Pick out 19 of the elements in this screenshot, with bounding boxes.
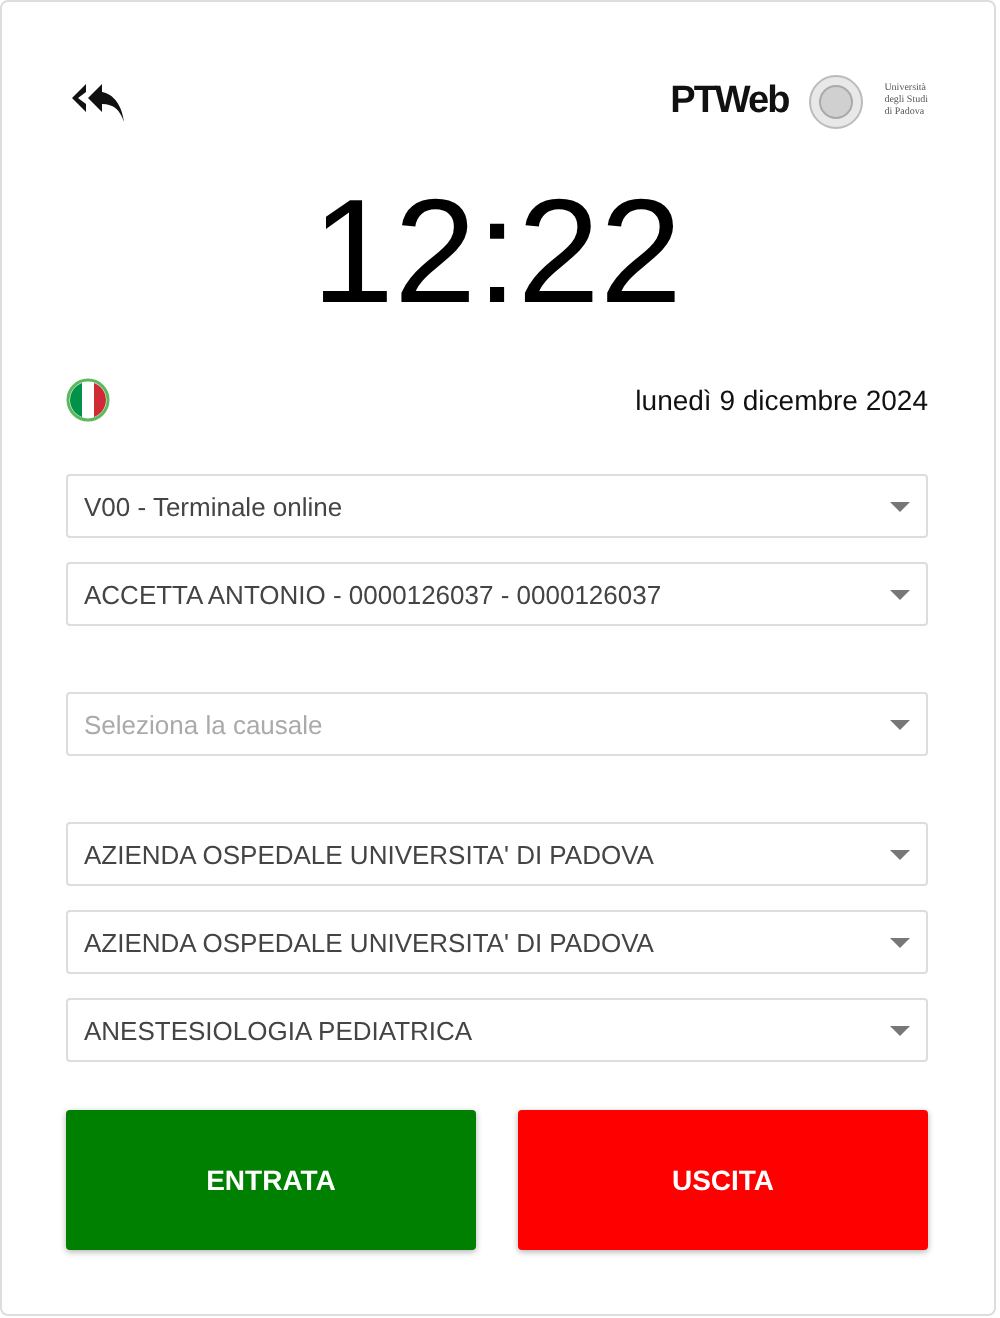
caret-icon — [890, 1025, 910, 1035]
dropdown[interactable]: AZIENDA OSPEDALE UNIVERSITA' DI PADOVA — [66, 910, 928, 974]
dropdown[interactable]: V00 - Terminale online — [66, 474, 928, 538]
seal-icon — [808, 74, 865, 130]
caret-icon — [890, 937, 910, 947]
flag-icon[interactable] — [66, 378, 110, 422]
back-icon[interactable] — [70, 80, 126, 124]
punch-button[interactable]: ENTRATA — [66, 1110, 476, 1250]
date-text: lunedì 9 dicembre 2024 — [635, 384, 928, 416]
logo: PTWeb — [670, 80, 789, 124]
dropdown[interactable]: ACCETTA ANTONIO - 0000126037 - 0000126037 — [66, 562, 928, 626]
punch-button[interactable]: USCITA — [518, 1110, 928, 1250]
caret-icon — [890, 501, 910, 511]
caret-icon — [890, 849, 910, 859]
dropdown[interactable]: AZIENDA OSPEDALE UNIVERSITA' DI PADOVA — [66, 822, 928, 886]
clock: 12:22 — [309, 166, 685, 338]
caret-icon — [890, 719, 910, 729]
caret-icon — [890, 589, 910, 599]
dropdown[interactable]: ANESTESIOLOGIA PEDIATRICA — [66, 998, 928, 1062]
